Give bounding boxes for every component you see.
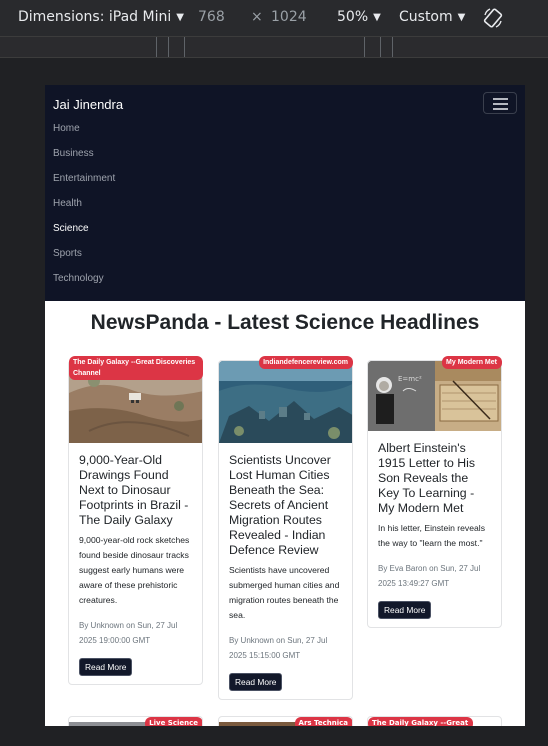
chevron-down-icon: ▼: [457, 12, 466, 23]
rotate-icon[interactable]: [482, 7, 504, 29]
times-icon: ×: [251, 9, 263, 25]
news-meta: By Unknown on Sun, 27 Jul 2025 19:00:00 …: [79, 621, 178, 645]
news-card: Live Science: [68, 716, 203, 726]
news-card: The Daily Galaxy --Great Discoveries Cha…: [68, 356, 203, 685]
news-thumbnail[interactable]: [219, 722, 299, 726]
read-more-button[interactable]: Read More: [229, 673, 283, 691]
chevron-down-icon: ▼: [373, 12, 381, 23]
news-card: Indiandefencereview.com Scientists Uncov…: [218, 356, 353, 700]
news-thumbnail[interactable]: [69, 722, 149, 726]
news-title: Scientists Uncover Lost Human Cities Ben…: [229, 453, 331, 557]
chevron-down-icon: ▼: [176, 12, 184, 23]
hamburger-icon: [493, 98, 508, 100]
source-badge: My Modern Met: [442, 356, 502, 369]
news-description: 9,000-year-old rock sketches found besid…: [79, 535, 190, 605]
media-query-ruler: [0, 36, 548, 58]
source-badge: Live Science: [145, 717, 202, 726]
news-thumbnail[interactable]: [219, 361, 352, 443]
device-label: Dimensions: iPad Mini: [18, 9, 172, 25]
device-select[interactable]: Dimensions: iPad Mini ▼: [18, 9, 184, 25]
source-badge: The Daily Galaxy --Great: [368, 717, 474, 726]
news-card: The Daily Galaxy --Great: [367, 716, 502, 726]
navbar-brand[interactable]: Jai Jinendra: [53, 97, 123, 112]
throttle-select[interactable]: Custom ▼: [399, 9, 465, 25]
nav-link-entertainment[interactable]: Entertainment: [53, 171, 115, 196]
svg-text:E=mc²: E=mc²: [398, 375, 422, 383]
navbar: Jai Jinendra Home Business Entertainment…: [45, 85, 525, 301]
news-card: Ars Technica: [218, 716, 353, 726]
nav-link-health[interactable]: Health: [53, 196, 115, 221]
nav-link-business[interactable]: Business: [53, 146, 115, 171]
nav-link-home[interactable]: Home: [53, 121, 115, 146]
height-input[interactable]: 1024: [271, 9, 307, 25]
news-meta: By Unknown on Sun, 27 Jul 2025 15:15:00 …: [229, 636, 328, 660]
read-more-button[interactable]: Read More: [378, 601, 432, 619]
navbar-toggler[interactable]: [483, 92, 517, 114]
nav-link-science[interactable]: Science: [53, 221, 115, 246]
source-badge: Ars Technica: [294, 717, 352, 726]
news-card: My Modern Met E=mc² Albert Einstein's 19: [367, 356, 502, 628]
zoom-select[interactable]: 50% ▼: [337, 9, 381, 25]
source-badge: Indiandefencereview.com: [259, 356, 353, 369]
device-viewport: Jai Jinendra Home Business Entertainment…: [45, 85, 525, 726]
throttle-label: Custom: [399, 9, 453, 25]
news-thumbnail[interactable]: E=mc²: [368, 361, 501, 431]
news-title: 9,000-Year-Old Drawings Found Next to Di…: [79, 453, 189, 527]
nav-link-sports[interactable]: Sports: [53, 246, 115, 271]
news-description: In his letter, Einstein reveals the way …: [378, 523, 485, 548]
nav-link-technology[interactable]: Technology: [53, 271, 115, 296]
news-description: Scientists have uncovered submerged huma…: [229, 565, 340, 620]
devtools-device-toolbar: Dimensions: iPad Mini ▼ 768 × 1024 50% ▼ C…: [0, 0, 548, 36]
width-input[interactable]: 768: [198, 9, 225, 25]
news-title: Albert Einstein's 1915 Letter to His Son…: [378, 441, 476, 515]
page-title: NewsPanda - Latest Science Headlines: [90, 311, 480, 334]
news-meta: By Eva Baron on Sun, 27 Jul 2025 13:49:2…: [378, 564, 481, 588]
zoom-label: 50%: [337, 9, 369, 25]
read-more-button[interactable]: Read More: [79, 658, 133, 676]
nav-links: Home Business Entertainment Health Scien…: [53, 121, 115, 296]
source-badge: The Daily Galaxy --Great Discoveries Cha…: [69, 356, 203, 380]
